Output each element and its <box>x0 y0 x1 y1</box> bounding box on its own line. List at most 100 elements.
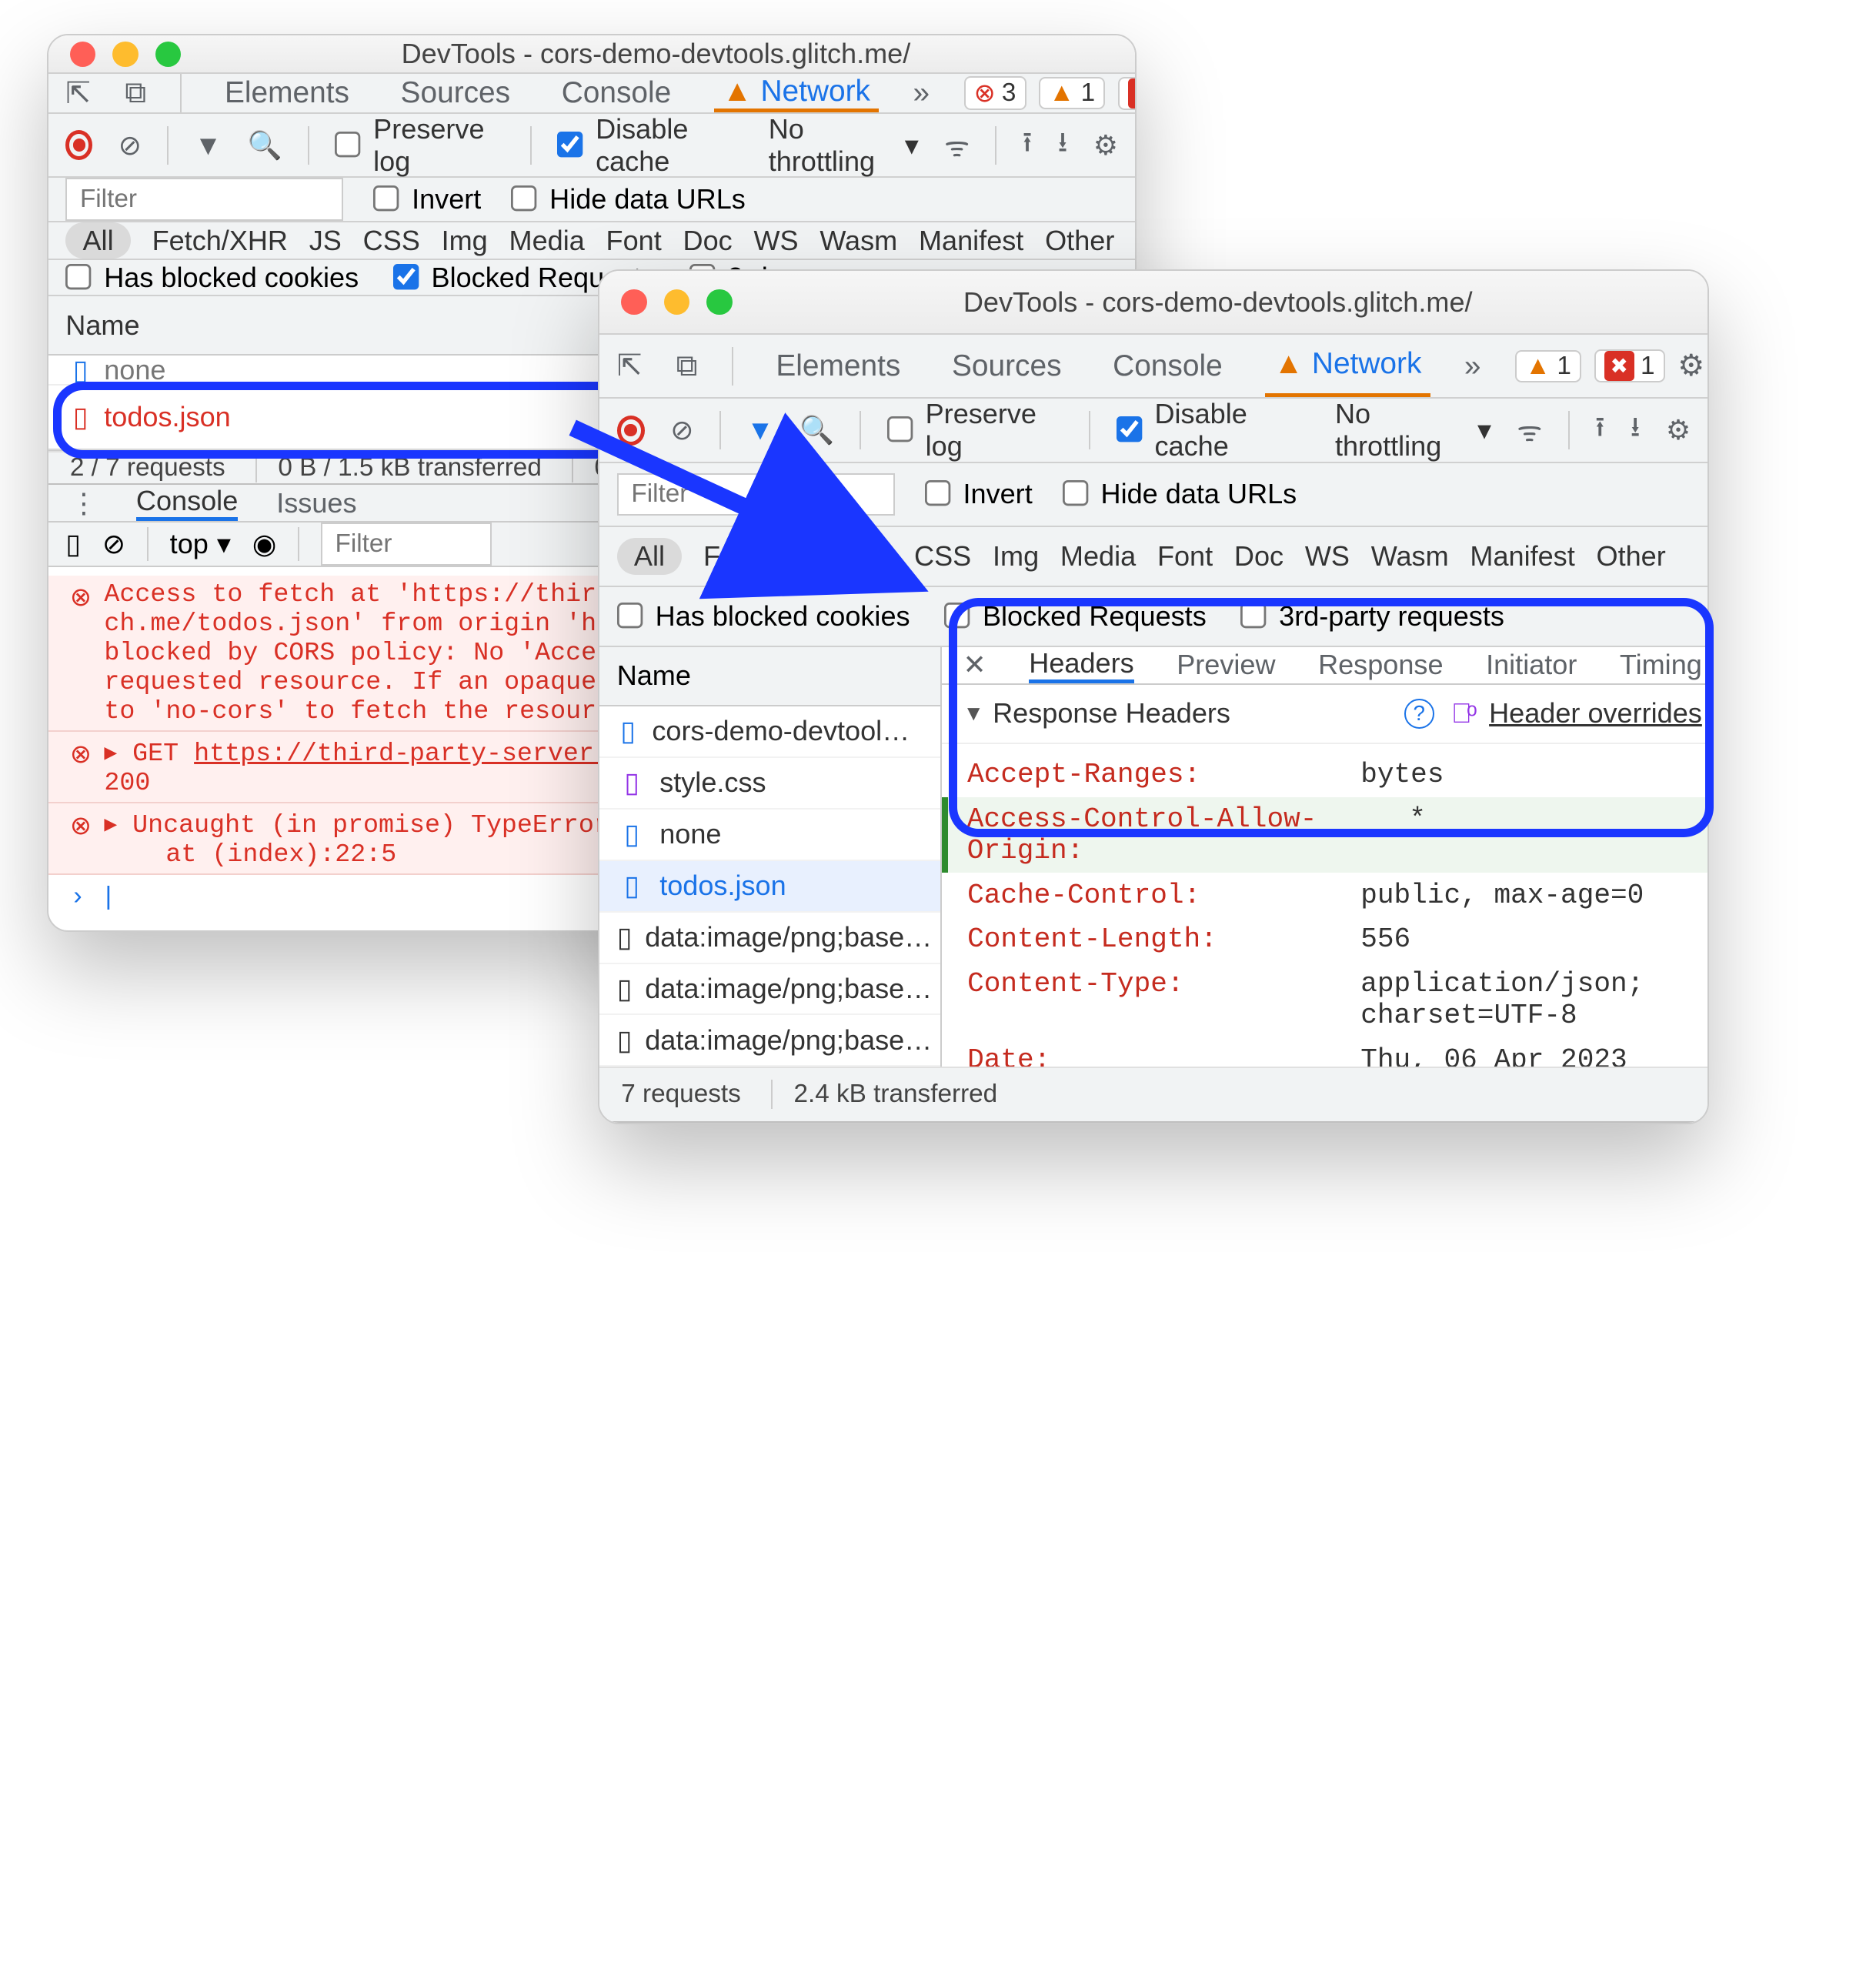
more-tabs-icon[interactable]: » <box>913 76 930 110</box>
type-other[interactable]: Other <box>1045 225 1114 257</box>
list-item[interactable]: ▯data:image/png;base… <box>599 964 940 1016</box>
wifi-icon[interactable]: ᯤ <box>944 126 970 165</box>
inspect-icon[interactable]: ⇱ <box>617 349 643 383</box>
type-other[interactable]: Other <box>1597 540 1666 573</box>
type-manifest[interactable]: Manifest <box>919 225 1023 257</box>
clear-console-icon[interactable]: ⊘ <box>102 528 125 560</box>
upload-icon[interactable]: ⭱ <box>1023 122 1033 169</box>
type-fetchxhr[interactable]: Fetch/XHR <box>703 540 839 573</box>
list-item[interactable]: ▯none <box>599 810 940 861</box>
throttling-select[interactable]: No throttling▾ <box>769 113 919 178</box>
download-icon[interactable]: ⭳ <box>1631 406 1641 454</box>
search-icon[interactable]: 🔍 <box>248 129 282 162</box>
type-media[interactable]: Media <box>1060 540 1136 573</box>
type-img[interactable]: Img <box>993 540 1039 573</box>
record-icon[interactable] <box>65 130 92 160</box>
minimize-icon[interactable] <box>664 289 689 315</box>
type-font[interactable]: Font <box>1157 540 1213 573</box>
detail-tab-initiator[interactable]: Initiator <box>1486 649 1577 681</box>
type-doc[interactable]: Doc <box>1234 540 1283 573</box>
preserve-log-checkbox[interactable]: Preserve log <box>335 113 504 178</box>
type-all[interactable]: All <box>65 222 131 259</box>
titlebar-1[interactable]: DevTools - cors-demo-devtools.glitch.me/ <box>48 35 1135 74</box>
type-manifest[interactable]: Manifest <box>1470 540 1574 573</box>
filter-input[interactable] <box>617 473 895 516</box>
type-font[interactable]: Font <box>606 225 662 257</box>
type-css[interactable]: CSS <box>914 540 971 573</box>
close-icon[interactable] <box>621 289 646 315</box>
detail-tab-headers[interactable]: Headers <box>1029 647 1133 683</box>
disclosure-icon[interactable]: ▸ <box>104 740 117 769</box>
type-media[interactable]: Media <box>509 225 585 257</box>
tab-console[interactable]: Console <box>1104 335 1231 397</box>
context-select[interactable]: top ▾ <box>170 528 231 560</box>
clear-icon[interactable]: ⊘ <box>119 129 142 162</box>
type-css[interactable]: CSS <box>363 225 420 257</box>
list-item[interactable]: ▯cors-demo-devtools.glitch.me <box>599 706 940 758</box>
detail-tab-timing[interactable]: Timing <box>1620 649 1702 681</box>
header-row[interactable]: Content-Type:application/json; charset=U… <box>942 962 1710 1038</box>
list-item[interactable]: ▯data:image/png;base… <box>599 1015 940 1067</box>
blocked-chip[interactable]: ✖2 <box>1118 77 1137 110</box>
type-doc[interactable]: Doc <box>683 225 733 257</box>
inspect-icon[interactable]: ⇱ <box>65 76 91 111</box>
eye-icon[interactable]: ◉ <box>252 528 276 560</box>
response-headers-bar[interactable]: ▼ Response Headers ? ▯ͦ Header overrides <box>942 685 1710 744</box>
filter-icon[interactable]: ▼ <box>746 414 774 446</box>
type-fetchxhr[interactable]: Fetch/XHR <box>152 225 288 257</box>
record-icon[interactable] <box>617 416 645 446</box>
maximize-icon[interactable] <box>155 42 181 67</box>
download-icon[interactable]: ⭳ <box>1058 122 1068 169</box>
detail-tab-response[interactable]: Response <box>1318 649 1443 681</box>
console-filter-input[interactable] <box>321 523 492 566</box>
minimize-icon[interactable] <box>112 42 138 67</box>
sidebar-toggle-icon[interactable]: ▯ <box>65 528 81 560</box>
clear-icon[interactable]: ⊘ <box>670 414 693 446</box>
maximize-icon[interactable] <box>706 289 732 315</box>
search-icon[interactable]: 🔍 <box>799 414 834 446</box>
preserve-log-checkbox[interactable]: Preserve log <box>887 398 1063 462</box>
warnings-chip[interactable]: ▲1 <box>1039 77 1105 109</box>
invert-checkbox[interactable]: Invert <box>925 478 1033 510</box>
tab-sources[interactable]: Sources <box>392 74 519 112</box>
type-js[interactable]: JS <box>309 225 342 257</box>
drawer-kebab-icon[interactable]: ⋮ <box>70 487 98 519</box>
upload-icon[interactable]: ⭱ <box>1595 406 1605 454</box>
titlebar-2[interactable]: DevTools - cors-demo-devtools.glitch.me/ <box>599 271 1707 335</box>
tab-console[interactable]: Console <box>553 74 680 112</box>
close-detail-icon[interactable]: ✕ <box>963 649 986 681</box>
list-item-selected[interactable]: ▯todos.json <box>599 861 940 913</box>
type-js[interactable]: JS <box>860 540 893 573</box>
type-ws[interactable]: WS <box>1305 540 1350 573</box>
disclosure-icon[interactable]: ▼ <box>963 701 984 726</box>
disclosure-icon[interactable]: ▸ <box>104 811 117 840</box>
tab-network[interactable]: ▲Network <box>714 74 879 112</box>
tab-network[interactable]: ▲Network <box>1265 335 1430 397</box>
disable-cache-checkbox[interactable]: Disable cache <box>557 113 743 178</box>
type-img[interactable]: Img <box>442 225 488 257</box>
tab-elements[interactable]: Elements <box>767 335 909 397</box>
list-item[interactable]: ▯style.css <box>599 758 940 810</box>
blocked-requests-checkbox[interactable]: Blocked Requests <box>944 600 1207 633</box>
filter-icon[interactable]: ▼ <box>195 129 222 162</box>
type-all[interactable]: All <box>617 538 683 575</box>
help-icon[interactable]: ? <box>1404 699 1434 729</box>
drawer-tab-console[interactable]: Console <box>136 485 238 521</box>
gear-icon[interactable]: ⚙ <box>1677 349 1704 383</box>
header-row[interactable]: Accept-Ranges:bytes <box>942 753 1710 797</box>
request-list-header[interactable]: Name <box>599 647 940 706</box>
blocked-chip[interactable]: ✖1 <box>1594 349 1665 382</box>
blocked-cookies-checkbox[interactable]: Has blocked cookies <box>65 262 359 294</box>
warnings-chip[interactable]: ▲1 <box>1515 350 1581 382</box>
network-settings-icon[interactable]: ⚙ <box>1666 414 1691 446</box>
header-row-edited[interactable]: Access-Control-Allow-Origin:* <box>942 797 1710 873</box>
type-wasm[interactable]: Wasm <box>819 225 897 257</box>
tab-sources[interactable]: Sources <box>943 335 1070 397</box>
filter-input[interactable] <box>65 178 343 221</box>
header-row[interactable]: Content-Length:556 <box>942 917 1710 962</box>
close-icon[interactable] <box>70 42 95 67</box>
hide-data-urls-checkbox[interactable]: Hide data URLs <box>511 183 746 215</box>
tab-elements[interactable]: Elements <box>216 74 358 112</box>
errors-chip[interactable]: ⊗3 <box>964 76 1026 110</box>
hide-data-urls-checkbox[interactable]: Hide data URLs <box>1063 478 1297 510</box>
